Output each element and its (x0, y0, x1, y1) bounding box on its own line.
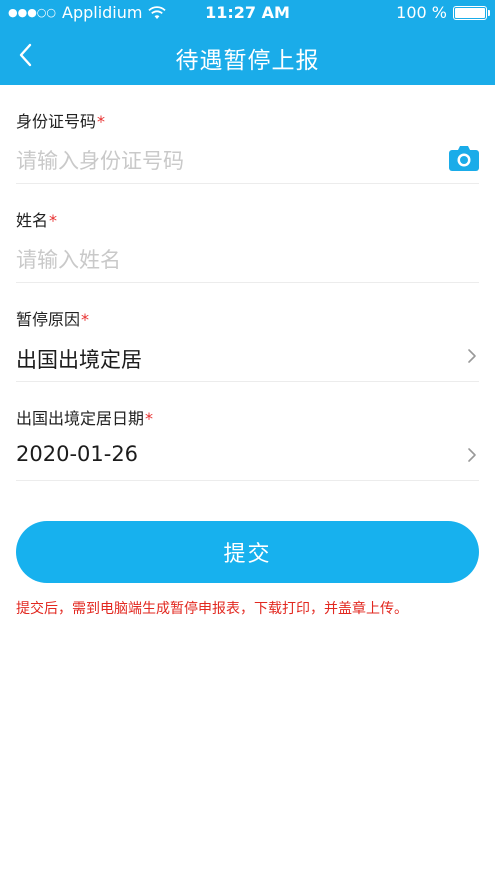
required-mark: * (49, 211, 58, 230)
date-field[interactable]: 出国出境定居日期* 2020-01-26 (16, 382, 479, 481)
reason-label: 暂停原因* (16, 310, 90, 329)
reason-field[interactable]: 暂停原因* 出国出境定居 (16, 283, 479, 382)
nav-bar: 待遇暂停上报 (0, 26, 495, 85)
chevron-right-icon (468, 349, 476, 363)
name-input[interactable]: 请输入姓名 (16, 244, 121, 274)
required-mark: * (97, 112, 106, 131)
id-card-label: 身份证号码* (16, 112, 106, 131)
name-field: 姓名* 请输入姓名 (16, 184, 479, 283)
reason-select-value[interactable]: 出国出境定居 (16, 344, 142, 374)
submit-button[interactable]: 提交 (16, 521, 479, 583)
app-header: ●●●○○ Applidium 11:27 AM 100 % 待遇暂停上报 (0, 0, 495, 85)
required-mark: * (145, 409, 154, 428)
id-card-input[interactable]: 请输入身份证号码 (16, 145, 184, 175)
required-mark: * (81, 310, 90, 329)
page-title: 待遇暂停上报 (175, 48, 320, 74)
name-label: 姓名* (16, 211, 58, 230)
id-card-field: 身份证号码* 请输入身份证号码 (16, 85, 479, 184)
battery-icon (453, 5, 490, 20)
battery-percent: 100 % (396, 3, 447, 22)
submit-notice: 提交后，需到电脑端生成暂停申报表，下载打印，并盖章上传。 (16, 601, 408, 617)
date-label: 出国出境定居日期* (16, 409, 154, 428)
battery-info: 100 % (396, 3, 490, 22)
date-picker-value[interactable]: 2020-01-26 (16, 442, 138, 466)
status-bar: ●●●○○ Applidium 11:27 AM 100 % (0, 0, 495, 26)
camera-icon[interactable] (449, 145, 479, 171)
chevron-right-icon (468, 448, 476, 462)
